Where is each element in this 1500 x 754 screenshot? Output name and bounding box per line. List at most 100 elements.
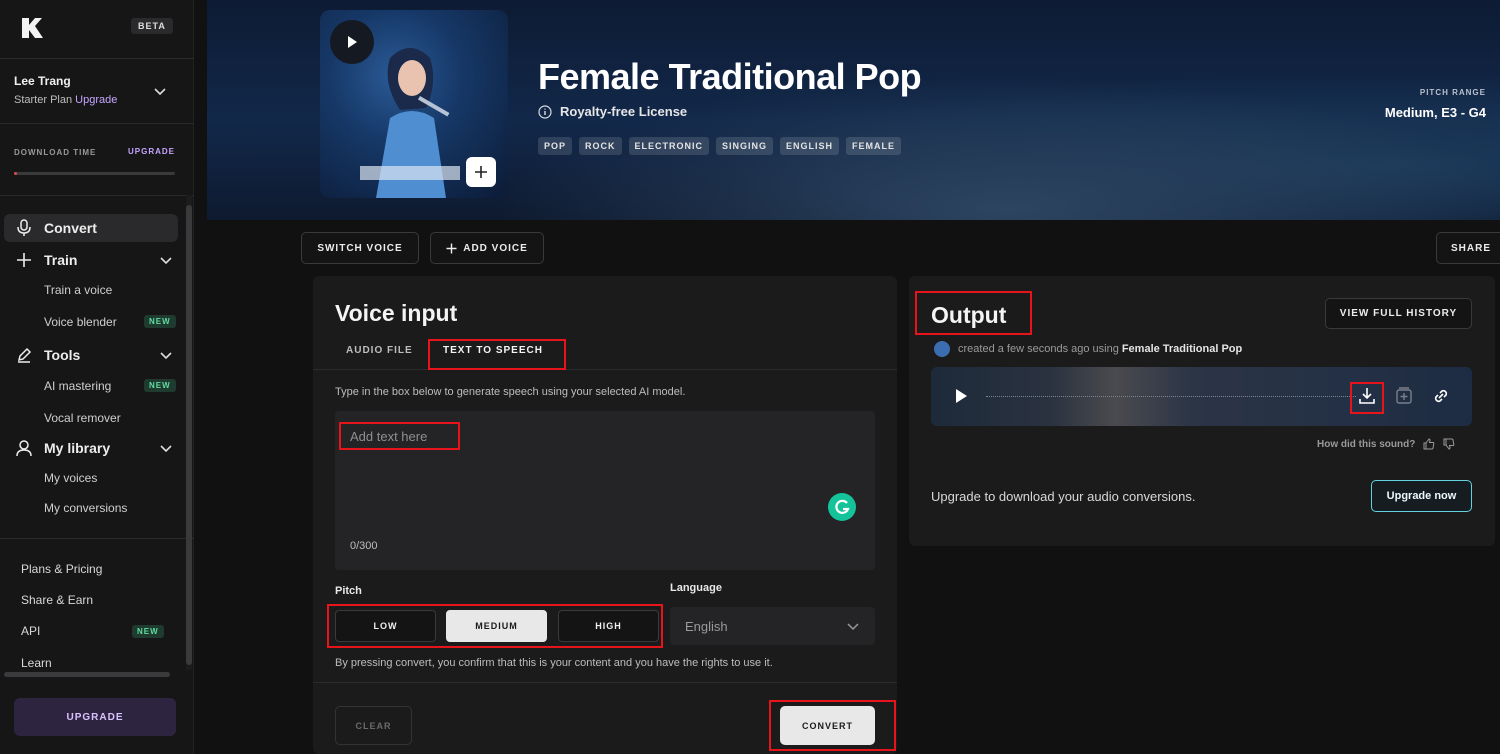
plus-icon xyxy=(475,166,487,178)
download-icon[interactable] xyxy=(1357,386,1377,406)
switch-voice-button[interactable]: SWITCH VOICE xyxy=(301,232,419,264)
tts-helper-text: Type in the box below to generate speech… xyxy=(335,386,686,398)
plus-icon xyxy=(446,243,457,253)
avatar xyxy=(934,341,950,357)
pitch-range-value: Medium, E3 - G4 xyxy=(1384,105,1486,120)
beta-badge: BETA xyxy=(131,18,173,34)
download-time-upgrade-link[interactable]: UPGRADE xyxy=(128,147,175,156)
voice-tag[interactable]: SINGING xyxy=(716,137,774,155)
pen-icon xyxy=(14,345,34,365)
preview-play-button[interactable] xyxy=(330,20,374,64)
nav-api[interactable]: API xyxy=(21,624,40,638)
add-to-library-button[interactable] xyxy=(466,157,496,187)
feedback-text: How did this sound? xyxy=(1317,438,1416,450)
nav-tools[interactable]: Tools xyxy=(4,341,178,369)
divider xyxy=(0,58,194,59)
language-select[interactable]: English xyxy=(670,607,875,645)
app-root: BETA Lee Trang Starter Plan Upgrade DOWN… xyxy=(0,0,1500,754)
tab-text-to-speech[interactable]: TEXT TO SPEECH xyxy=(443,345,543,356)
language-value: English xyxy=(685,618,728,634)
nav-convert[interactable]: Convert xyxy=(4,214,178,242)
nav-my-library-label: My library xyxy=(44,440,111,456)
nav-vocal-remover[interactable]: Vocal remover xyxy=(44,411,121,425)
sidebar-scrollbar-thumb[interactable] xyxy=(186,205,192,665)
grammarly-icon[interactable] xyxy=(828,493,856,521)
view-full-history-button[interactable]: VIEW FULL HISTORY xyxy=(1325,298,1472,329)
new-badge: NEW xyxy=(144,315,176,328)
new-badge: NEW xyxy=(144,379,176,392)
nav-my-voices[interactable]: My voices xyxy=(44,471,97,485)
plus-icon xyxy=(14,250,34,270)
thumbs-up-icon[interactable] xyxy=(1423,438,1435,450)
created-voice-name: Female Traditional Pop xyxy=(1121,343,1243,355)
share-button[interactable]: SHARE xyxy=(1436,232,1500,264)
download-time-progress-fill xyxy=(14,172,18,175)
panel-footer-divider xyxy=(313,682,897,683)
plan-name: Starter Plan xyxy=(14,94,73,106)
clear-button[interactable]: CLEAR xyxy=(335,706,412,745)
convert-button[interactable]: CONVERT xyxy=(780,706,875,745)
sidebar: BETA Lee Trang Starter Plan Upgrade DOWN… xyxy=(0,0,194,754)
singer-illustration-icon xyxy=(360,48,460,198)
voice-tag[interactable]: POP xyxy=(538,137,573,155)
divider xyxy=(0,123,194,124)
divider xyxy=(0,538,194,539)
user-name: Lee Trang xyxy=(14,74,71,88)
conversion-meta: created a few seconds ago using Female T… xyxy=(934,341,1242,357)
nav-plans-pricing[interactable]: Plans & Pricing xyxy=(21,562,102,576)
plan-label: Starter Plan Upgrade xyxy=(14,94,117,106)
sidebar-horizontal-scrollbar[interactable] xyxy=(4,672,170,677)
microphone-icon xyxy=(14,218,34,238)
upgrade-message: Upgrade to download your audio conversio… xyxy=(931,489,1196,504)
nav-ai-mastering[interactable]: AI mastering xyxy=(44,379,111,393)
tabs-divider xyxy=(313,369,897,370)
nav-train[interactable]: Train xyxy=(4,246,178,274)
add-voice-button[interactable]: ADD VOICE xyxy=(430,232,544,264)
consent-text: By pressing convert, you confirm that th… xyxy=(335,657,773,669)
nav-learn[interactable]: Learn xyxy=(21,656,52,670)
pitch-label: Pitch xyxy=(335,585,362,597)
voice-tag[interactable]: ENGLISH xyxy=(780,137,840,155)
tts-text-placeholder: Add text here xyxy=(350,429,428,444)
pitch-low-button[interactable]: LOW xyxy=(335,610,436,642)
user-icon xyxy=(14,438,34,458)
feedback-prompt: How did this sound? xyxy=(1317,438,1455,450)
voice-tag[interactable]: FEMALE xyxy=(846,137,902,155)
plan-upgrade-link[interactable]: Upgrade xyxy=(75,94,117,106)
nav-my-conversions[interactable]: My conversions xyxy=(44,501,127,515)
audio-waveform[interactable] xyxy=(986,396,1356,397)
upgrade-button[interactable]: UPGRADE xyxy=(14,698,176,736)
thumbs-down-icon[interactable] xyxy=(1443,438,1455,450)
app-logo-icon[interactable] xyxy=(20,16,46,40)
nav-share-earn[interactable]: Share & Earn xyxy=(21,593,93,607)
language-label: Language xyxy=(670,582,722,594)
voice-input-title: Voice input xyxy=(335,300,458,326)
nav-convert-label: Convert xyxy=(44,220,97,236)
pitch-range-label: PITCH RANGE xyxy=(1419,88,1486,97)
nav-my-library[interactable]: My library xyxy=(4,434,178,462)
pitch-medium-button[interactable]: MEDIUM xyxy=(446,610,547,642)
nav-train-a-voice[interactable]: Train a voice xyxy=(44,283,112,297)
voice-tag[interactable]: ELECTRONIC xyxy=(628,137,710,155)
nav-tools-label: Tools xyxy=(44,347,81,363)
nav-voice-blender[interactable]: Voice blender xyxy=(44,315,117,329)
info-icon[interactable] xyxy=(538,104,552,119)
nav-train-label: Train xyxy=(44,252,78,268)
tab-audio-file[interactable]: AUDIO FILE xyxy=(346,345,413,356)
license-text: Royalty-free License xyxy=(560,104,688,119)
download-time-label: DOWNLOAD TIME xyxy=(14,148,97,157)
chevron-down-icon[interactable] xyxy=(154,86,166,96)
upgrade-now-button[interactable]: Upgrade now xyxy=(1371,480,1472,512)
voice-tags: POP ROCK ELECTRONIC SINGING ENGLISH FEMALE xyxy=(538,137,902,155)
character-counter: 0/300 xyxy=(350,540,378,552)
license-label: Royalty-free License xyxy=(538,104,687,119)
play-icon[interactable] xyxy=(953,388,969,404)
link-icon[interactable] xyxy=(1431,386,1451,406)
play-icon xyxy=(348,36,357,48)
add-to-library-icon[interactable] xyxy=(1394,386,1414,406)
pitch-high-button[interactable]: HIGH xyxy=(558,610,659,642)
voice-title: Female Traditional Pop xyxy=(538,56,922,97)
download-time-progress xyxy=(14,172,175,175)
voice-tag[interactable]: ROCK xyxy=(579,137,622,155)
add-voice-label: ADD VOICE xyxy=(463,242,528,254)
